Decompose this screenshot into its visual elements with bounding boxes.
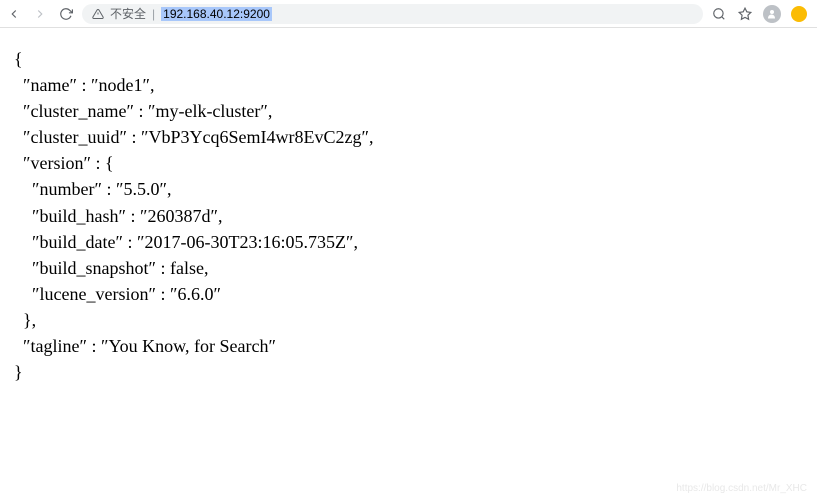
json-key: ″version″ bbox=[23, 153, 91, 173]
url-text: 192.168.40.12:9200 bbox=[161, 7, 272, 21]
json-key: ″build_snapshot″ bbox=[32, 258, 156, 278]
json-response: { ″name″ : ″node1″, ″cluster_name″ : ″my… bbox=[0, 28, 817, 403]
url-bar[interactable]: 不安全 | 192.168.40.12:9200 bbox=[82, 4, 703, 24]
not-secure-label: 不安全 bbox=[110, 5, 146, 22]
watermark: https://blog.csdn.net/Mr_XHC bbox=[676, 483, 807, 494]
url-separator: | bbox=[152, 7, 155, 21]
bookmark-icon[interactable] bbox=[737, 6, 753, 22]
nav-buttons bbox=[6, 6, 74, 22]
toolbar-right bbox=[711, 5, 811, 23]
json-value: node1 bbox=[98, 75, 142, 95]
json-value: VbP3Ycq6SemI4wr8EvC2zg bbox=[148, 127, 361, 147]
json-key: ″build_hash″ bbox=[32, 206, 126, 226]
json-key: ″build_date″ bbox=[32, 232, 123, 252]
json-key: ″cluster_name″ bbox=[23, 101, 134, 121]
json-key: ″tagline″ bbox=[23, 336, 87, 356]
json-value: You Know, for Search bbox=[108, 336, 268, 356]
forward-button[interactable] bbox=[32, 6, 48, 22]
notification-badge[interactable] bbox=[791, 6, 807, 22]
json-key: ″lucene_version″ bbox=[32, 284, 156, 304]
back-button[interactable] bbox=[6, 6, 22, 22]
json-value: false bbox=[170, 258, 204, 278]
zoom-icon[interactable] bbox=[711, 6, 727, 22]
json-key: ″name″ bbox=[23, 75, 77, 95]
json-value: 5.5.0 bbox=[123, 179, 159, 199]
json-value: 260387d bbox=[148, 206, 211, 226]
warning-icon bbox=[92, 8, 104, 20]
json-value: my-elk-cluster bbox=[155, 101, 260, 121]
json-value: 2017-06-30T23:16:05.735Z bbox=[144, 232, 345, 252]
reload-button[interactable] bbox=[58, 6, 74, 22]
json-key: ″number″ bbox=[32, 179, 102, 199]
json-key: ″cluster_uuid″ bbox=[23, 127, 127, 147]
browser-toolbar: 不安全 | 192.168.40.12:9200 bbox=[0, 0, 817, 28]
profile-avatar[interactable] bbox=[763, 5, 781, 23]
json-value: 6.6.0 bbox=[177, 284, 213, 304]
